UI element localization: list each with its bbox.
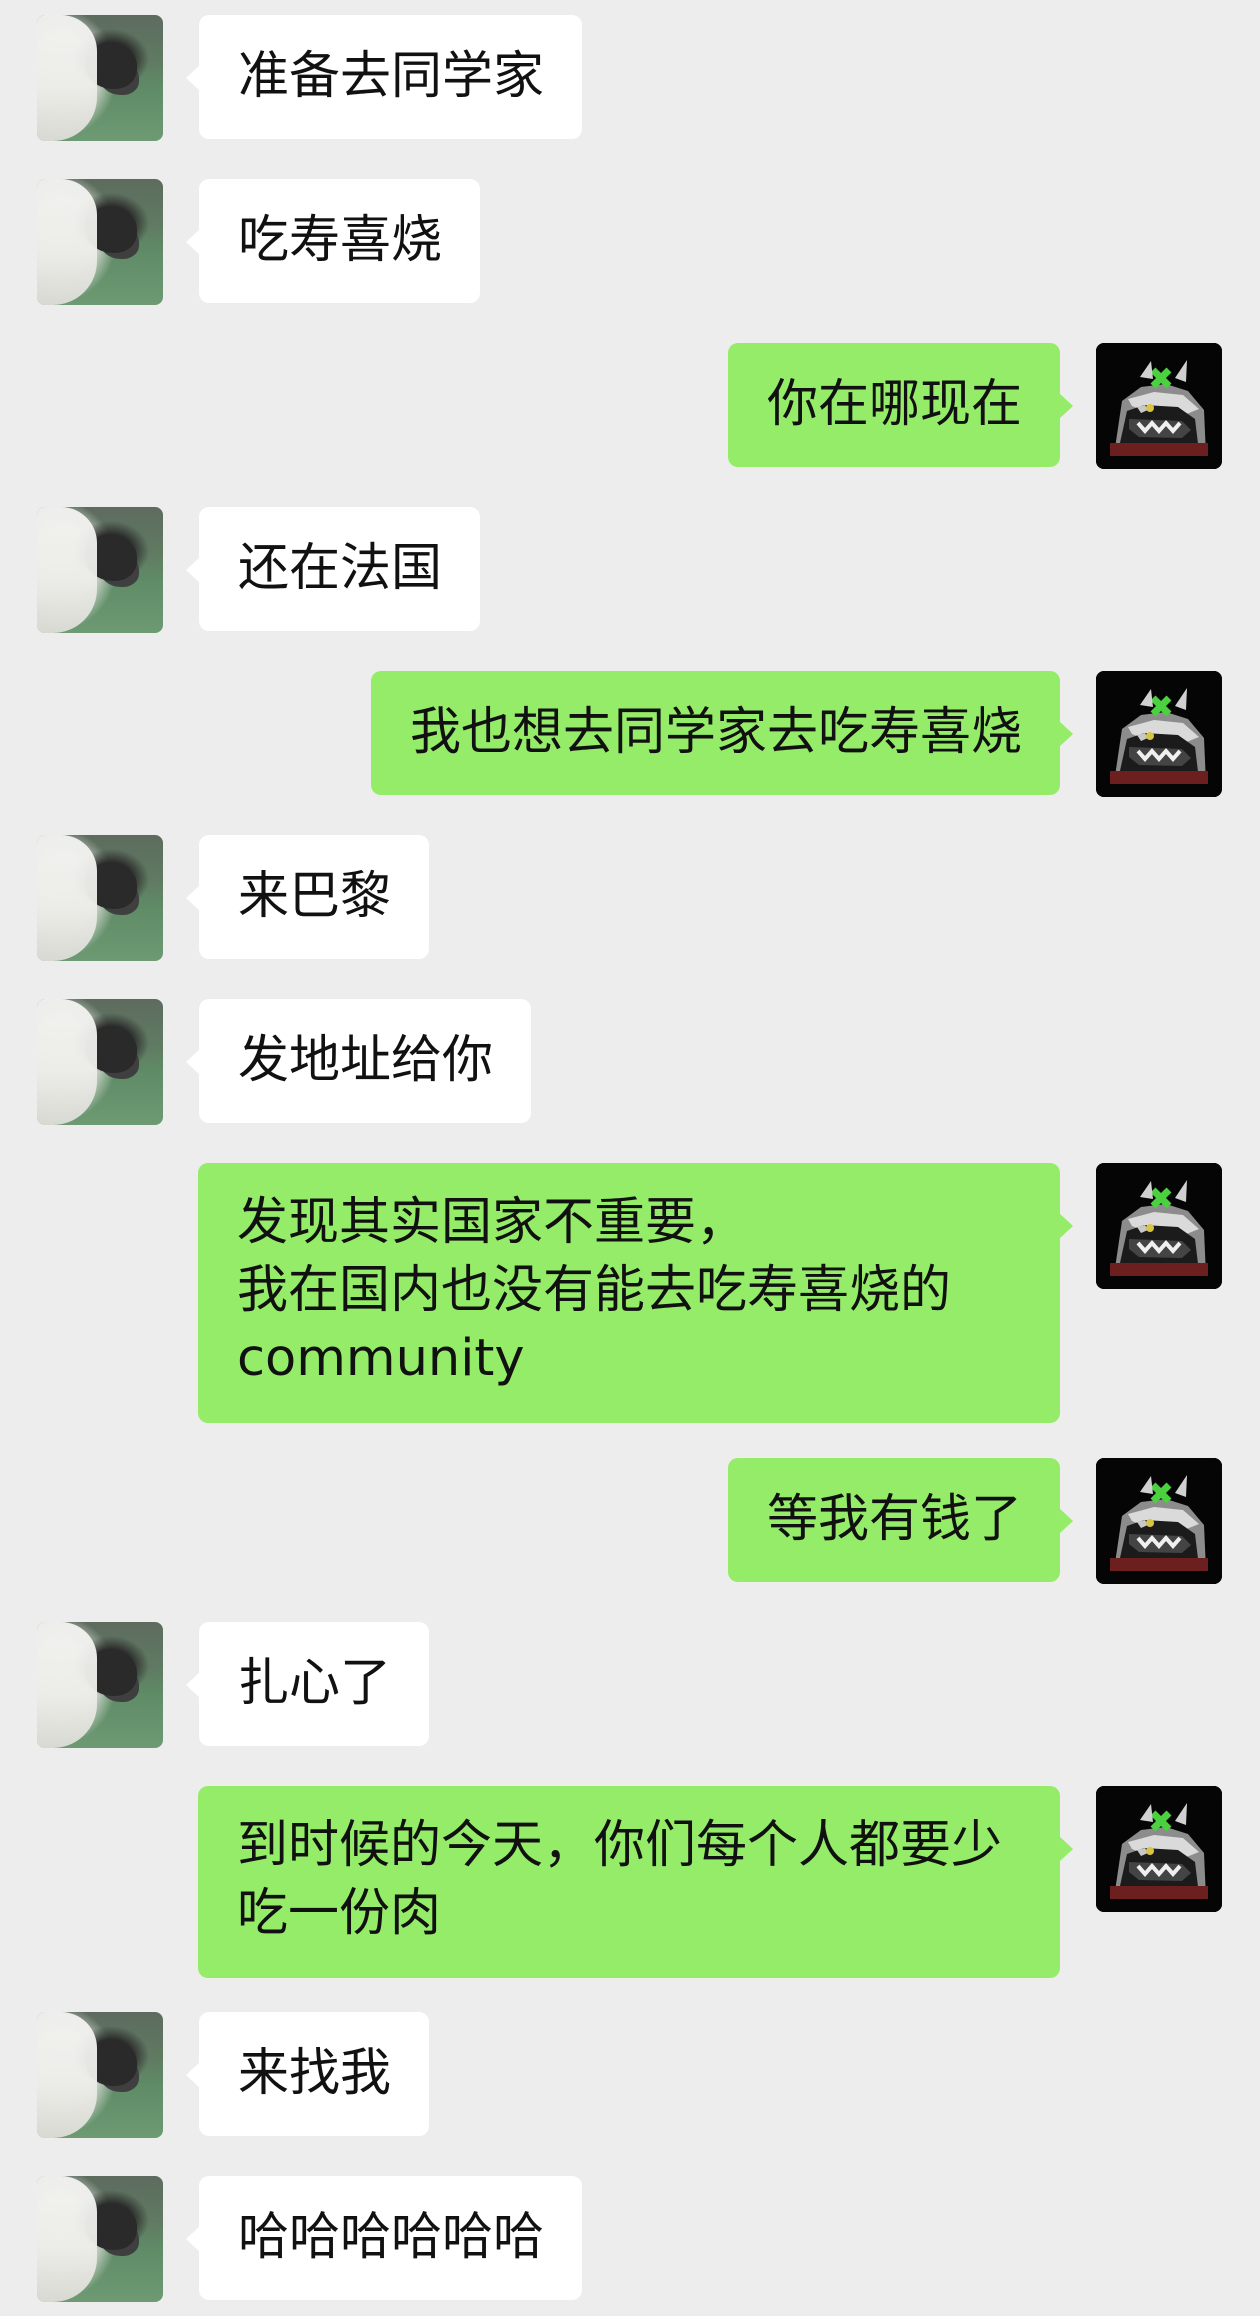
message-bubble[interactable]: 哈哈哈哈哈哈 (185, 2176, 583, 2300)
friend-avatar[interactable] (37, 2012, 163, 2138)
friend-avatar[interactable] (37, 999, 163, 1125)
friend-avatar[interactable] (37, 1622, 163, 1748)
friend-avatar[interactable] (37, 2176, 163, 2302)
friend-avatar[interactable] (37, 507, 163, 633)
orca-avatar-icon (1096, 671, 1222, 797)
orca-avatar-icon (1096, 1458, 1222, 1584)
message-bubble[interactable]: 等我有钱了 (727, 1458, 1074, 1582)
message-bubble[interactable]: 我也想去同学家去吃寿喜烧 (370, 671, 1074, 795)
my-avatar[interactable] (1096, 343, 1222, 469)
orca-avatar-icon (1096, 1786, 1222, 1912)
message-bubble[interactable]: 来巴黎 (185, 835, 430, 959)
friend-avatar[interactable] (37, 15, 163, 141)
my-avatar[interactable] (1096, 671, 1222, 797)
orca-avatar-icon (1096, 1163, 1222, 1289)
message-bubble[interactable]: 你在哪现在 (727, 343, 1074, 467)
message-bubble[interactable]: 扎心了 (185, 1622, 430, 1746)
my-avatar[interactable] (1096, 1163, 1222, 1289)
friend-avatar[interactable] (37, 835, 163, 961)
friend-avatar[interactable] (37, 179, 163, 305)
my-avatar[interactable] (1096, 1458, 1222, 1584)
message-bubble[interactable]: 发地址给你 (185, 999, 532, 1123)
my-avatar[interactable] (1096, 1786, 1222, 1912)
message-bubble[interactable]: 准备去同学家 (185, 15, 583, 139)
message-bubble[interactable]: 吃寿喜烧 (185, 179, 481, 303)
chat-history: 准备去同学家 吃寿喜烧 你在哪现在 还在法国 我也想去同学家去吃寿喜烧 来巴黎 … (0, 0, 1260, 2316)
message-bubble[interactable]: 来找我 (185, 2012, 430, 2136)
orca-avatar-icon (1096, 343, 1222, 469)
message-bubble[interactable]: 还在法国 (185, 507, 481, 631)
message-bubble[interactable]: 发现其实国家不重要， 我在国内也没有能去吃寿喜烧的 community (198, 1163, 1073, 1423)
message-bubble[interactable]: 到时候的今天，你们每个人都要少 吃一份肉 (198, 1786, 1073, 1978)
